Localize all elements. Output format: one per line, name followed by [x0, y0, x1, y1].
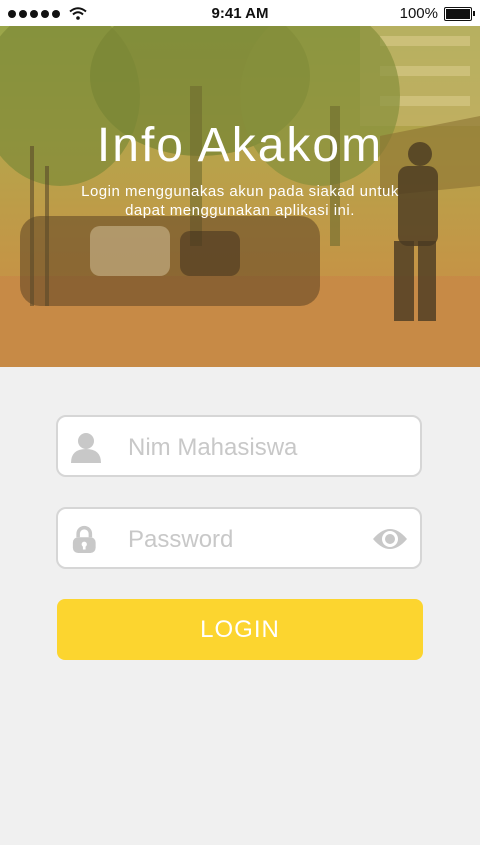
password-field[interactable] [56, 507, 422, 569]
battery-percent: 100% [399, 5, 438, 22]
nim-field[interactable] [56, 415, 422, 477]
app-title: Info Akakom [96, 119, 384, 172]
eye-icon[interactable] [372, 525, 408, 553]
password-input[interactable] [126, 519, 370, 561]
hero-banner: Info Akakom Login menggunakas akun pada … [0, 26, 480, 367]
lock-icon [72, 525, 96, 553]
battery-icon [444, 6, 475, 21]
login-button[interactable]: LOGIN [57, 599, 423, 660]
nim-input[interactable] [126, 427, 370, 469]
status-bar: 9:41 AM 100% [0, 0, 480, 26]
login-instruction: Login menggunakas akun pada siakad untuk… [81, 183, 399, 219]
user-icon [71, 433, 101, 463]
battery-status: 100% [399, 5, 475, 22]
